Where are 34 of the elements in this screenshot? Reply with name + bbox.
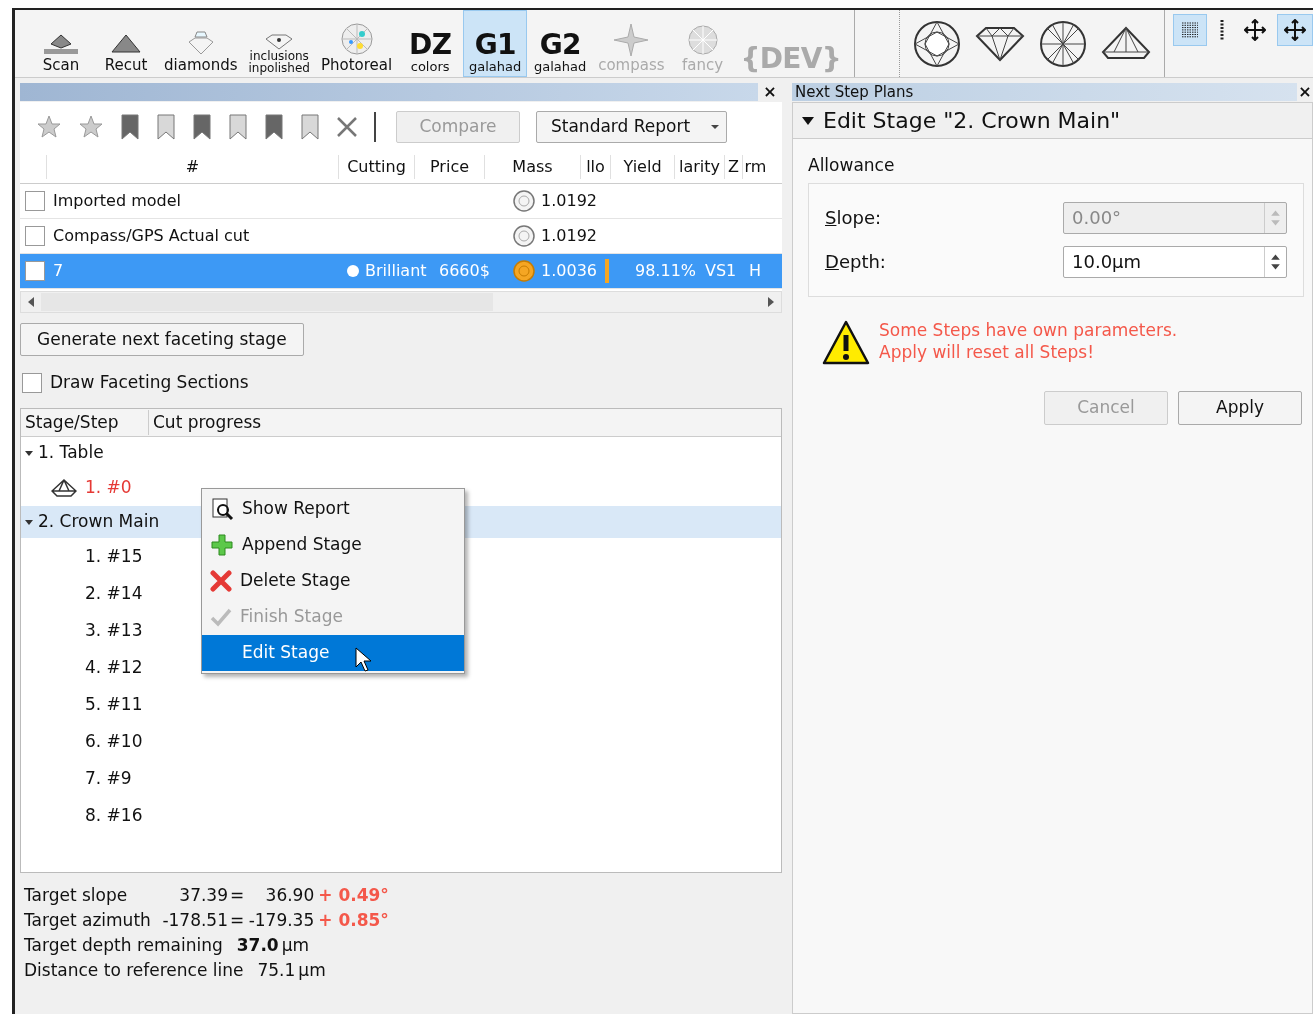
model-name: Compass/GPS Actual cut — [53, 225, 251, 247]
stat-label: Target slope — [24, 884, 129, 907]
cutting-text: Brilliant — [365, 261, 427, 280]
field-label: Slope: — [825, 206, 881, 230]
checkbox-label: Draw Faceting Sections — [50, 371, 249, 395]
field-label: Depth: — [825, 250, 886, 274]
yield-text: 98.11% — [635, 261, 696, 280]
price-text: 6660$ — [439, 261, 490, 280]
stat-label: Target depth remaining — [24, 934, 223, 957]
panel-title: Next Step Plans — [792, 83, 1297, 101]
stat-value: 36.90 — [264, 884, 315, 907]
stat-value: 37.39 — [178, 884, 228, 907]
color-grade-text: H — [749, 261, 762, 280]
equals-sign: = — [229, 909, 246, 932]
unit-text: µm — [281, 934, 310, 957]
stat-value: -178.51 — [161, 909, 228, 932]
delta-text: + 0.49° — [318, 884, 389, 907]
warning-text: Some Steps have own parameters. — [879, 318, 1178, 341]
delta-text: + 0.85° — [318, 909, 389, 932]
stat-value: 37.0 — [236, 934, 279, 957]
stat-value: 75.1 — [257, 959, 296, 982]
warning-text: Apply will reset all Steps! — [879, 340, 1095, 363]
mass-text: 1.0036 — [541, 260, 598, 282]
stat-label: Distance to reference line — [24, 959, 244, 982]
equals-sign: = — [229, 884, 246, 907]
model-name: Imported model — [53, 190, 182, 212]
model-name: 7 — [53, 260, 65, 282]
unit-text: µm — [298, 959, 326, 982]
mass-text: 1.0192 — [541, 225, 598, 247]
clarity-text: VS1 — [705, 261, 737, 280]
stat-value: -179.35 — [247, 909, 315, 932]
group-label: Allowance — [808, 154, 896, 177]
stat-label: Target azimuth — [24, 909, 152, 932]
mass-text: 1.0192 — [541, 190, 598, 212]
